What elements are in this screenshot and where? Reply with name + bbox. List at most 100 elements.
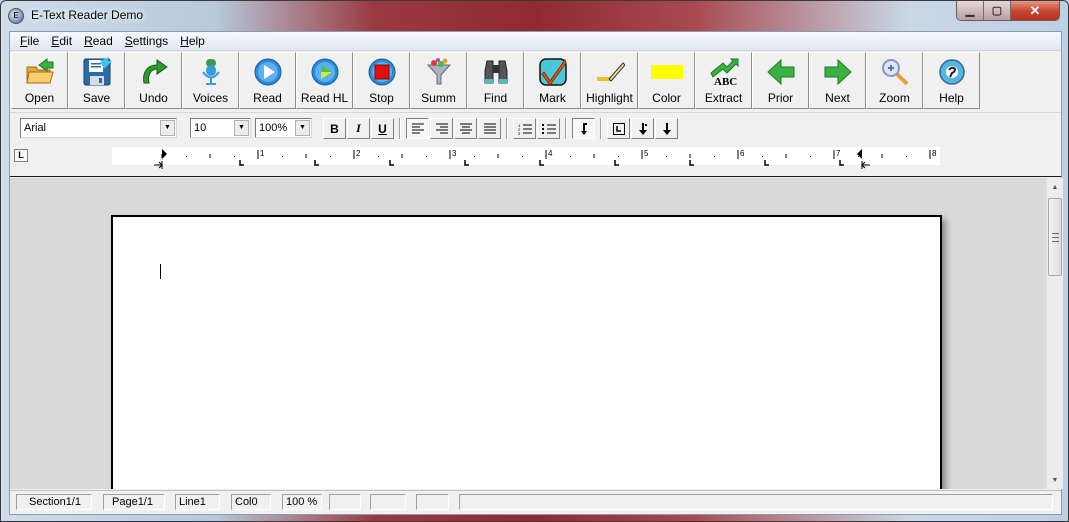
font-size-value: 10: [194, 122, 207, 134]
chevron-down-icon[interactable]: ▼: [234, 120, 249, 136]
font-name-value: Arial: [24, 122, 47, 134]
read-label: Read: [253, 91, 282, 105]
menu-help[interactable]: Help: [174, 34, 211, 48]
highlight-button[interactable]: Highlight: [581, 52, 638, 109]
zoom-combo[interactable]: 100% ▼: [255, 118, 312, 138]
italic-button[interactable]: I: [347, 118, 370, 139]
chevron-down-icon[interactable]: ▼: [160, 120, 175, 136]
extract-button[interactable]: ABC Extract: [695, 52, 752, 109]
title-bar[interactable]: E E-Text Reader Demo ▁ ▢ ✕: [1, 1, 1068, 31]
open-folder-icon: [24, 56, 56, 88]
menu-file-label: File: [20, 34, 40, 48]
font-name-combo[interactable]: Arial ▼: [20, 118, 177, 138]
voices-button[interactable]: Voices: [182, 52, 239, 109]
mark-button[interactable]: Mark: [524, 52, 581, 109]
ruler-tab-stop: [839, 160, 844, 166]
scroll-thumb[interactable]: [1048, 198, 1062, 276]
menu-edit[interactable]: Edit: [45, 34, 78, 48]
ruler-tab-stop: [539, 160, 544, 166]
menu-file[interactable]: File: [14, 34, 45, 48]
summ-button[interactable]: Summ: [410, 52, 467, 109]
ruler-number: 5: [644, 149, 649, 158]
left-indent-marker: [162, 149, 167, 159]
menu-settings[interactable]: Settings: [119, 34, 174, 48]
scroll-down-arrow[interactable]: ▼: [1047, 472, 1063, 488]
app-icon[interactable]: E: [8, 8, 24, 24]
status-section: Section1/1: [16, 494, 92, 510]
ruler-number: 3: [452, 149, 457, 158]
read-hl-label: Read HL: [300, 91, 349, 105]
format-toolbar: Arial ▼ 10 ▼ 100% ▼ B I U 1 2 3: [10, 112, 1061, 142]
undo-button[interactable]: Undo: [125, 52, 182, 109]
minimize-button[interactable]: ▁: [957, 1, 984, 20]
maximize-button[interactable]: ▢: [984, 1, 1011, 20]
bullet-list-button[interactable]: [537, 118, 560, 139]
play-icon: [252, 56, 284, 88]
save-button[interactable]: Save: [68, 52, 125, 109]
ruler-minor-tick: [714, 156, 715, 157]
prior-button[interactable]: Prior: [752, 52, 809, 109]
separator: [600, 118, 602, 139]
menu-read[interactable]: Read: [78, 34, 119, 48]
align-center-icon: [459, 123, 472, 134]
ruler-tab-stop: [689, 160, 694, 166]
paragraph-break-button[interactable]: [572, 118, 595, 139]
ruler-minor-tick: [282, 156, 283, 157]
close-button[interactable]: ✕: [1011, 1, 1059, 20]
tab-stop-button[interactable]: [607, 118, 630, 139]
align-right-button[interactable]: [430, 118, 453, 139]
status-page: Page1/1: [103, 494, 165, 510]
arrow-right-icon: [822, 56, 854, 88]
align-left-button[interactable]: [406, 118, 429, 139]
tab-selector[interactable]: L: [14, 149, 28, 162]
line-break-button[interactable]: [655, 118, 678, 139]
microphone-icon: [195, 56, 227, 88]
main-toolbar: Open Save Undo Voices Read Read HL Stop …: [10, 52, 980, 109]
right-margin-marker: [861, 161, 870, 169]
app-window: E E-Text Reader Demo ▁ ▢ ✕ File Edit Rea…: [0, 0, 1069, 522]
numbered-list-button[interactable]: 123: [513, 118, 536, 139]
vertical-scrollbar[interactable]: ▲ ▼: [1046, 178, 1063, 489]
status-panel-empty: [329, 494, 361, 510]
open-button[interactable]: Open: [11, 52, 68, 109]
align-justify-button[interactable]: [478, 118, 501, 139]
chevron-down-icon[interactable]: ▼: [295, 120, 310, 136]
ruler-minor-tick: [522, 156, 523, 157]
open-label: Open: [24, 91, 55, 105]
status-zoom: 100 %: [282, 494, 322, 510]
bold-button[interactable]: B: [323, 118, 346, 139]
svg-text:ABC: ABC: [714, 76, 737, 87]
document-area[interactable]: [10, 178, 1046, 489]
menu-bar: File Edit Read Settings Help: [10, 32, 1061, 51]
menu-edit-label: Edit: [51, 34, 73, 48]
ruler-tab-stop: [389, 160, 394, 166]
ruler-minor-tick: [474, 156, 475, 157]
help-button[interactable]: Help: [923, 52, 980, 109]
right-indent-marker: [857, 149, 862, 159]
arrow-down-icon: [662, 122, 671, 135]
ruler-number: 4: [548, 149, 553, 158]
page-break-button[interactable]: [631, 118, 654, 139]
font-size-combo[interactable]: 10 ▼: [190, 118, 251, 138]
floppy-save-icon: [81, 56, 113, 88]
scroll-up-arrow[interactable]: ▲: [1047, 179, 1063, 195]
highlighter-icon: [594, 56, 626, 88]
stop-icon: [366, 56, 398, 88]
color-button[interactable]: Color: [638, 52, 695, 109]
underline-button[interactable]: U: [371, 118, 394, 139]
document-page[interactable]: [111, 215, 942, 489]
ruler-minor-tick: [234, 156, 235, 157]
stop-button[interactable]: Stop: [353, 52, 410, 109]
read-hl-button[interactable]: Read HL: [296, 52, 353, 109]
find-label: Find: [483, 91, 508, 105]
save-label: Save: [82, 91, 111, 105]
ruler-number: 8: [932, 149, 937, 158]
read-button[interactable]: Read: [239, 52, 296, 109]
zoom-button[interactable]: Zoom: [866, 52, 923, 109]
align-center-button[interactable]: [454, 118, 477, 139]
find-button[interactable]: Find: [467, 52, 524, 109]
ruler-number: 7: [836, 149, 841, 158]
horizontal-ruler[interactable]: 1 2 3 4 5 6 7 8: [112, 147, 940, 169]
ruler-number: 6: [740, 149, 745, 158]
next-button[interactable]: Next: [809, 52, 866, 109]
